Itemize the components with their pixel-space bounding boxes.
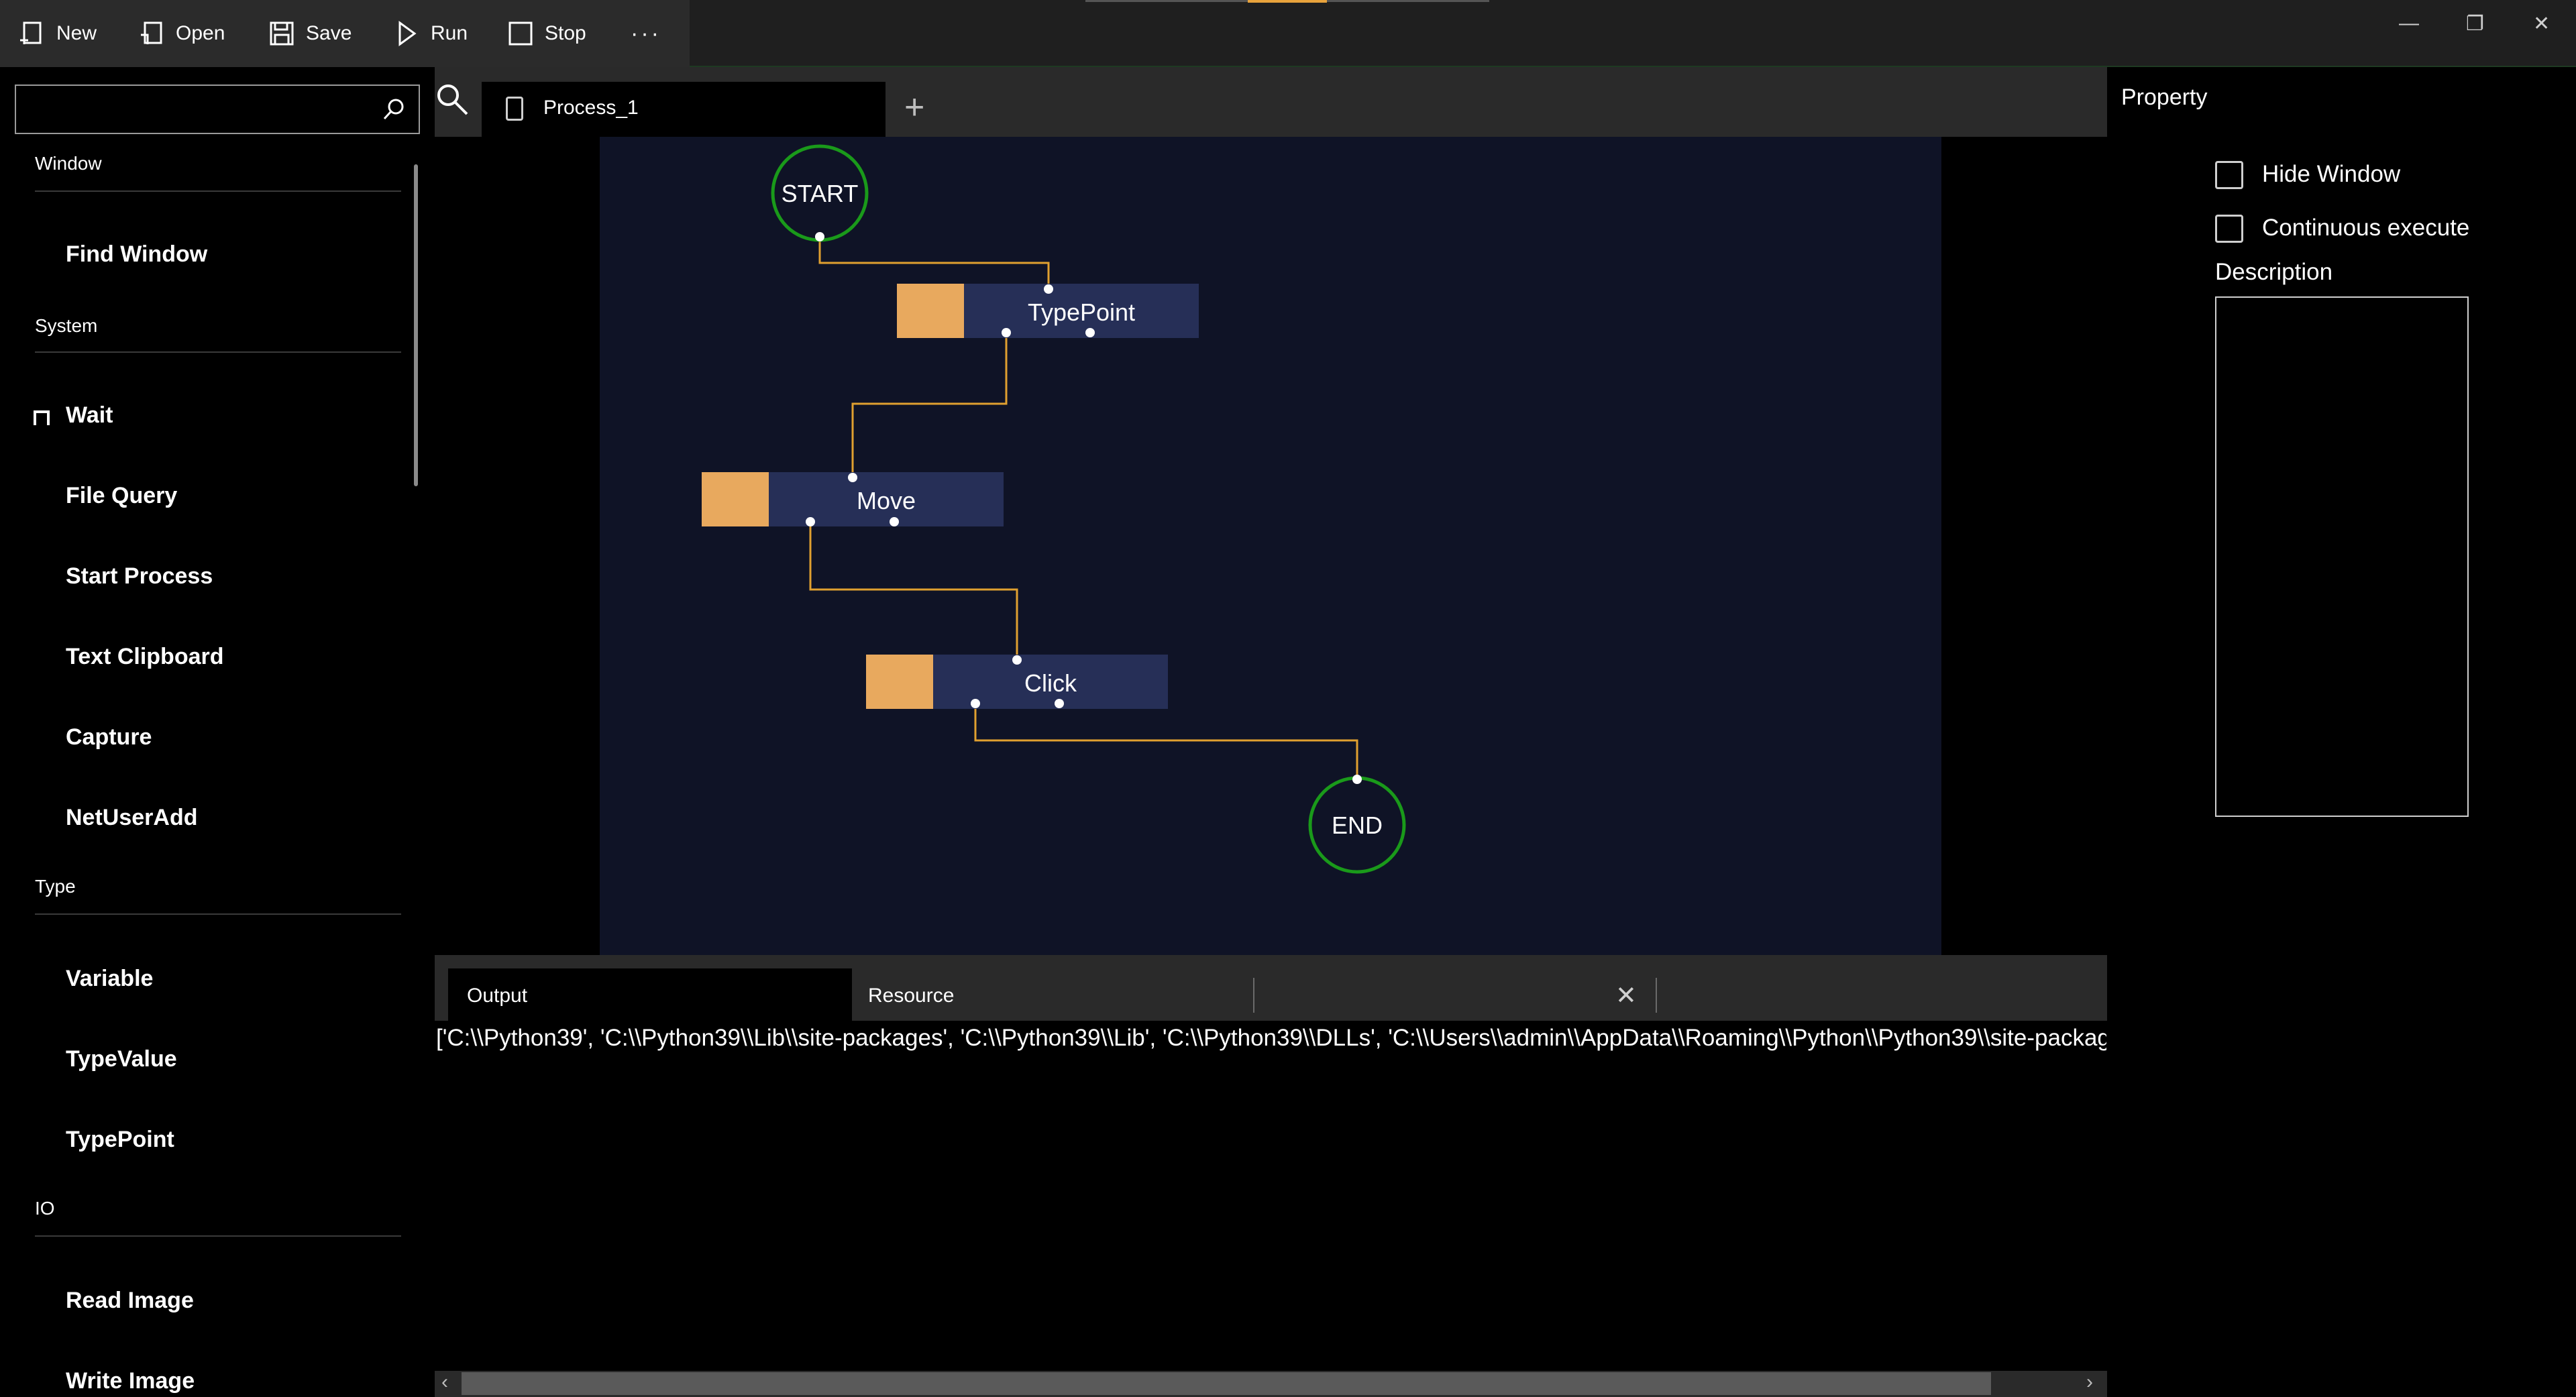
tab-resource[interactable]: Resource (868, 985, 954, 1007)
add-tab-button[interactable]: + (904, 87, 924, 127)
divider (35, 351, 401, 353)
hide-window-label: Hide Window (2262, 161, 2401, 187)
new-button[interactable]: New (19, 15, 97, 52)
minimize-button[interactable]: — (2399, 12, 2419, 35)
divider (35, 913, 401, 915)
close-tab-button[interactable]: ✕ (1615, 981, 1637, 1011)
close-window-button[interactable]: ✕ (2533, 12, 2550, 36)
tab-separator (1656, 978, 1657, 1013)
description-label: Description (2215, 259, 2333, 285)
toolbox-item-capture[interactable]: Capture (66, 724, 152, 750)
port-end-in[interactable] (1352, 775, 1362, 784)
port-typepoint-out[interactable] (1002, 328, 1011, 337)
connector-typepoint-move (851, 333, 1008, 478)
toolbox-item-read-image[interactable]: Read Image (66, 1288, 194, 1314)
stop-label: Stop (545, 22, 586, 44)
tab-output[interactable]: Output (448, 968, 852, 1021)
connector-start-typepoint (818, 237, 1050, 289)
property-title: Property (2121, 85, 2208, 110)
start-label: START (782, 180, 859, 207)
output-log: ['C:\\Python39', 'C:\\Python39\\Lib\\sit… (436, 1025, 2106, 1051)
toolbox-search[interactable] (15, 85, 420, 134)
toolbox-item-start-process[interactable]: Start Process (66, 563, 213, 590)
port-click-out[interactable] (971, 699, 980, 708)
toolbar: New Open Save Run Stop ··· (0, 0, 690, 67)
play-icon (398, 21, 417, 46)
save-label: Save (306, 22, 352, 44)
flow-diagram: START TypePoint Move Click END (702, 144, 1406, 874)
category-window: Window (35, 153, 102, 174)
title-accent (1248, 0, 1327, 3)
save-button[interactable]: Save (268, 15, 352, 52)
flow-canvas[interactable]: START TypePoint Move Click END (600, 137, 1941, 955)
hide-window-checkbox[interactable] (2215, 161, 2243, 189)
end-label: END (1332, 812, 1383, 839)
more-icon: ··· (631, 20, 661, 46)
toolbox-item-wait[interactable]: Wait (66, 402, 113, 429)
port-typepoint-in[interactable] (1044, 284, 1053, 294)
port-click-out-2[interactable] (1055, 699, 1064, 708)
port-typepoint-out-2[interactable] (1085, 328, 1095, 337)
toolbox-scrollbar[interactable] (414, 164, 418, 486)
toolbox-panel: Window Find Window System Wait File Quer… (0, 67, 435, 1397)
port-move-out-2[interactable] (890, 517, 899, 526)
save-icon (270, 21, 294, 46)
new-file-icon (20, 21, 42, 44)
canvas-search-icon[interactable] (435, 82, 470, 117)
connector-click-end (974, 704, 1358, 779)
port-start-out[interactable] (815, 232, 824, 241)
stop-icon (508, 21, 533, 46)
category-type: Type (35, 876, 76, 897)
toolbox-item-text-clipboard[interactable]: Text Clipboard (66, 644, 224, 670)
continuous-execute-label: Continuous execute (2262, 215, 2470, 241)
toolbox-item-write-image[interactable]: Write Image (66, 1368, 195, 1394)
connector-move-click (809, 522, 1018, 660)
open-file-icon (141, 21, 162, 44)
open-label: Open (176, 22, 225, 44)
port-move-in[interactable] (848, 473, 857, 482)
wait-icon (34, 410, 50, 425)
restore-button[interactable]: ❐ (2466, 12, 2484, 36)
toolbox-item-variable[interactable]: Variable (66, 966, 153, 992)
more-button[interactable]: ··· (631, 15, 661, 52)
end-node[interactable]: END (1308, 776, 1406, 874)
click-label: Click (1024, 669, 1077, 697)
divider (35, 1235, 401, 1237)
search-icon[interactable] (382, 98, 405, 121)
tab-process-label: Process_1 (543, 97, 639, 119)
tab-separator (1253, 978, 1254, 1013)
document-icon (506, 97, 523, 121)
toolbox-item-find-window[interactable]: Find Window (66, 241, 207, 268)
tab-output-label: Output (467, 985, 528, 1007)
new-label: New (56, 22, 97, 44)
toolbox-item-file-query[interactable]: File Query (66, 483, 177, 509)
toolbox-item-typevalue[interactable]: TypeValue (66, 1046, 177, 1072)
tab-process-1[interactable]: Process_1 (482, 82, 885, 137)
output-scroll-thumb[interactable] (462, 1372, 1991, 1395)
typepoint-label: TypePoint (1028, 298, 1135, 326)
title-bar (690, 0, 2576, 67)
toolbox-item-typepoint[interactable]: TypePoint (66, 1127, 174, 1153)
start-node[interactable]: START (771, 144, 869, 242)
port-move-out[interactable] (806, 517, 815, 526)
open-button[interactable]: Open (138, 15, 225, 52)
run-label: Run (431, 22, 468, 44)
toolbox-item-netuseradd[interactable]: NetUserAdd (66, 805, 197, 831)
category-io: IO (35, 1198, 55, 1219)
category-system: System (35, 315, 98, 336)
continuous-execute-checkbox[interactable] (2215, 215, 2243, 243)
port-click-in[interactable] (1012, 655, 1022, 665)
scroll-right-icon[interactable]: › (2086, 1371, 2093, 1394)
move-label: Move (857, 487, 916, 514)
divider (35, 190, 401, 192)
scroll-left-icon[interactable]: ‹ (441, 1371, 448, 1394)
run-button[interactable]: Run (393, 15, 468, 52)
stop-button[interactable]: Stop (507, 15, 586, 52)
description-textarea[interactable] (2215, 296, 2469, 817)
toolbox-search-input[interactable] (16, 86, 377, 134)
